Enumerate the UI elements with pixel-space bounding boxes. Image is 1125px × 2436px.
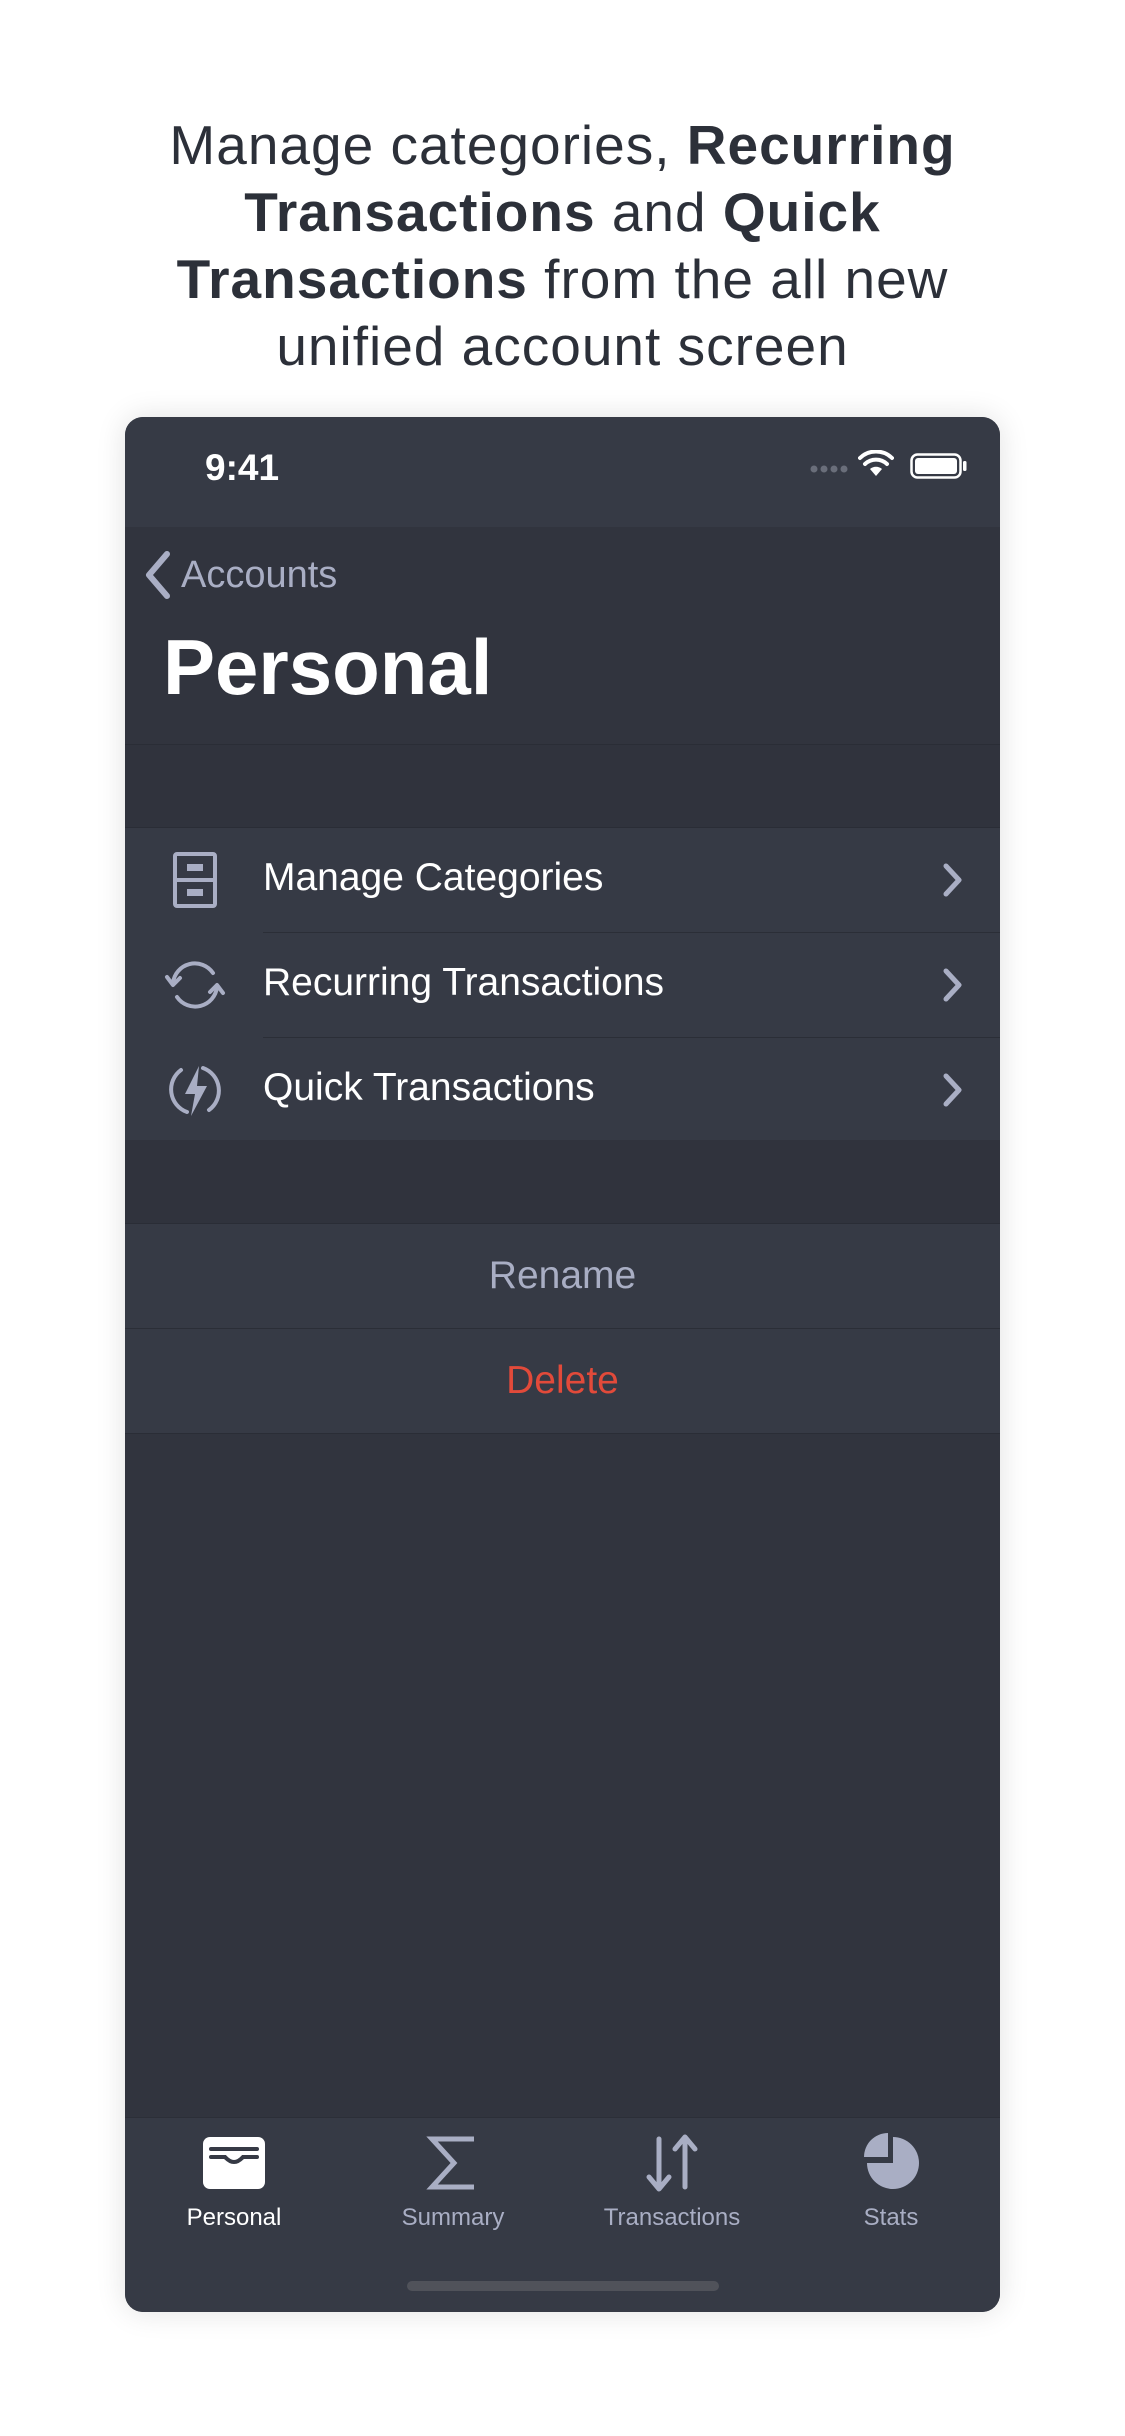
tab-label: Transactions	[603, 2204, 741, 2231]
pie-chart-icon	[864, 2133, 919, 2189]
tab-bar: Personal Summary Transactions Stats	[125, 2117, 1000, 2312]
home-indicator[interactable]	[407, 2281, 719, 2291]
wallet-icon	[203, 2137, 265, 2189]
row-label: Quick Transactions	[263, 1066, 595, 1109]
signal-icon	[810, 465, 848, 473]
headline-bold: Quick	[722, 181, 881, 243]
sigma-icon	[426, 2136, 474, 2190]
headline: Manage categories, Recurring Transaction…	[0, 112, 1125, 380]
back-button[interactable]: Accounts	[143, 545, 337, 605]
tab-label: Summary	[401, 2204, 505, 2231]
tab-label: Personal	[186, 2204, 282, 2231]
quick-transactions-row[interactable]: Quick Transactions	[125, 1038, 1000, 1143]
chevron-left-icon	[146, 551, 170, 599]
manage-categories-row[interactable]: Manage Categories	[125, 828, 1000, 933]
tab-summary[interactable]: Summary	[344, 2118, 562, 2248]
arrows-icon	[646, 2134, 698, 2192]
chevron-right-icon	[943, 863, 962, 897]
headline-bold: Recurring	[686, 114, 956, 176]
tab-stats[interactable]: Stats	[782, 2118, 1000, 2248]
back-label: Accounts	[181, 553, 338, 596]
tab-personal[interactable]: Personal	[125, 2118, 343, 2248]
recurring-transactions-row[interactable]: Recurring Transactions	[125, 933, 1000, 1038]
battery-icon	[910, 453, 967, 479]
phone-screen: 9:41 Accounts Personal Manage Categories…	[125, 417, 1000, 2312]
chevron-right-icon	[943, 1073, 962, 1107]
lightning-icon	[169, 1066, 221, 1116]
delete-button[interactable]: Delete	[125, 1329, 1000, 1433]
headline-text: unified account screen	[276, 315, 849, 377]
headline-bold: Transactions	[244, 181, 596, 243]
headline-text: and	[595, 181, 723, 243]
headline-text: Manage categories,	[169, 114, 687, 176]
account-options-group: Manage Categories Recurring Transactions	[125, 827, 1000, 1144]
recurring-icon	[165, 961, 225, 1009]
rename-button[interactable]: Rename	[125, 1224, 1000, 1329]
wifi-icon	[858, 450, 894, 476]
headline-text: from the all new	[527, 248, 949, 310]
tab-label: Stats	[863, 2204, 919, 2231]
chevron-right-icon	[943, 968, 962, 1002]
page-title: Personal	[163, 623, 493, 711]
row-label: Manage Categories	[263, 856, 604, 899]
account-actions-group: Rename Delete	[125, 1223, 1000, 1434]
cabinet-icon	[173, 852, 217, 908]
headline-bold: Transactions	[176, 248, 528, 310]
row-label: Recurring Transactions	[263, 961, 665, 1004]
status-time: 9:41	[205, 447, 280, 488]
section-spacer	[125, 744, 1000, 828]
section-spacer	[125, 1140, 1000, 1223]
status-bar: 9:41	[125, 417, 1000, 527]
tab-transactions[interactable]: Transactions	[563, 2118, 781, 2248]
